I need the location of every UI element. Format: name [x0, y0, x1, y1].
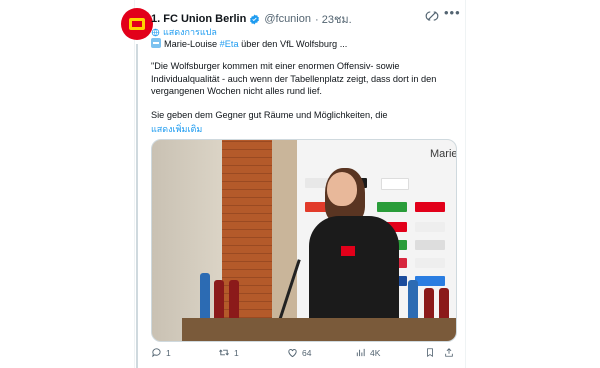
- reply-icon: [152, 348, 161, 358]
- author-handle[interactable]: @fcunion: [264, 13, 311, 25]
- views-icon: [356, 348, 365, 357]
- views-button[interactable]: 4K: [355, 347, 380, 358]
- retweet-icon: [219, 349, 229, 356]
- cola-bottle: [424, 288, 434, 319]
- tweet-paragraph-1: "Die Wolfsburger kommen mit einer enorme…: [151, 61, 437, 96]
- union-badge: [341, 246, 355, 256]
- bookmark-icon: [427, 348, 433, 358]
- line1-prefix: Marie-Louise: [164, 39, 220, 49]
- verified-badge-icon: [250, 13, 260, 25]
- cola-bottle: [214, 280, 224, 319]
- like-button[interactable]: 64: [287, 347, 311, 358]
- author-avatar[interactable]: [121, 8, 153, 40]
- more-icon[interactable]: •••: [444, 6, 460, 22]
- translate-label: แสดงการแปล: [163, 27, 217, 37]
- views-count: 4K: [370, 347, 381, 358]
- reply-count: 1: [166, 347, 171, 358]
- translate-icon: [151, 28, 160, 36]
- timeline-page: 1. FC Union Berlin @fcunion · 23ชม. ••• …: [0, 0, 600, 368]
- bookmark-button[interactable]: [425, 347, 439, 358]
- retweet-button[interactable]: 1: [218, 347, 239, 358]
- speaker-person: [309, 168, 399, 341]
- water-bottle: [200, 273, 210, 319]
- tweet-actions: 1 1 64 4K: [151, 347, 457, 361]
- tweet-media-photo[interactable]: Marie: [151, 139, 457, 342]
- cola-bottle: [229, 280, 239, 319]
- thread-line: [136, 44, 138, 368]
- hashtag-link[interactable]: #Eta: [220, 39, 239, 49]
- line1-suffix: über den VfL Wolfsburg ...: [238, 39, 348, 49]
- speech-emoji-icon: [151, 38, 161, 48]
- share-icon: [445, 348, 453, 357]
- tweet-paragraph-2: Sie geben dem Gegner gut Räume und Mögli…: [151, 110, 388, 120]
- board-title: Marie: [430, 148, 457, 160]
- cola-bottle: [439, 288, 449, 319]
- water-bottle: [408, 280, 418, 319]
- tweet-line-1: Marie-Louise #Eta über den VfL Wolfsburg…: [151, 38, 451, 51]
- retweet-count: 1: [234, 347, 239, 358]
- reply-button[interactable]: 1: [151, 347, 171, 358]
- show-more-link[interactable]: แสดงเพิ่มเติม: [151, 122, 202, 136]
- club-crest-icon: [129, 18, 145, 30]
- author-name[interactable]: 1. FC Union Berlin: [151, 13, 246, 25]
- grok-icon[interactable]: [425, 9, 439, 23]
- like-count: 64: [302, 347, 312, 358]
- translate-link[interactable]: แสดงการแปล: [151, 25, 217, 39]
- tweet-time[interactable]: · 23ชม.: [315, 10, 352, 28]
- press-table: [182, 318, 456, 341]
- like-icon: [288, 349, 297, 358]
- share-button[interactable]: [444, 347, 458, 358]
